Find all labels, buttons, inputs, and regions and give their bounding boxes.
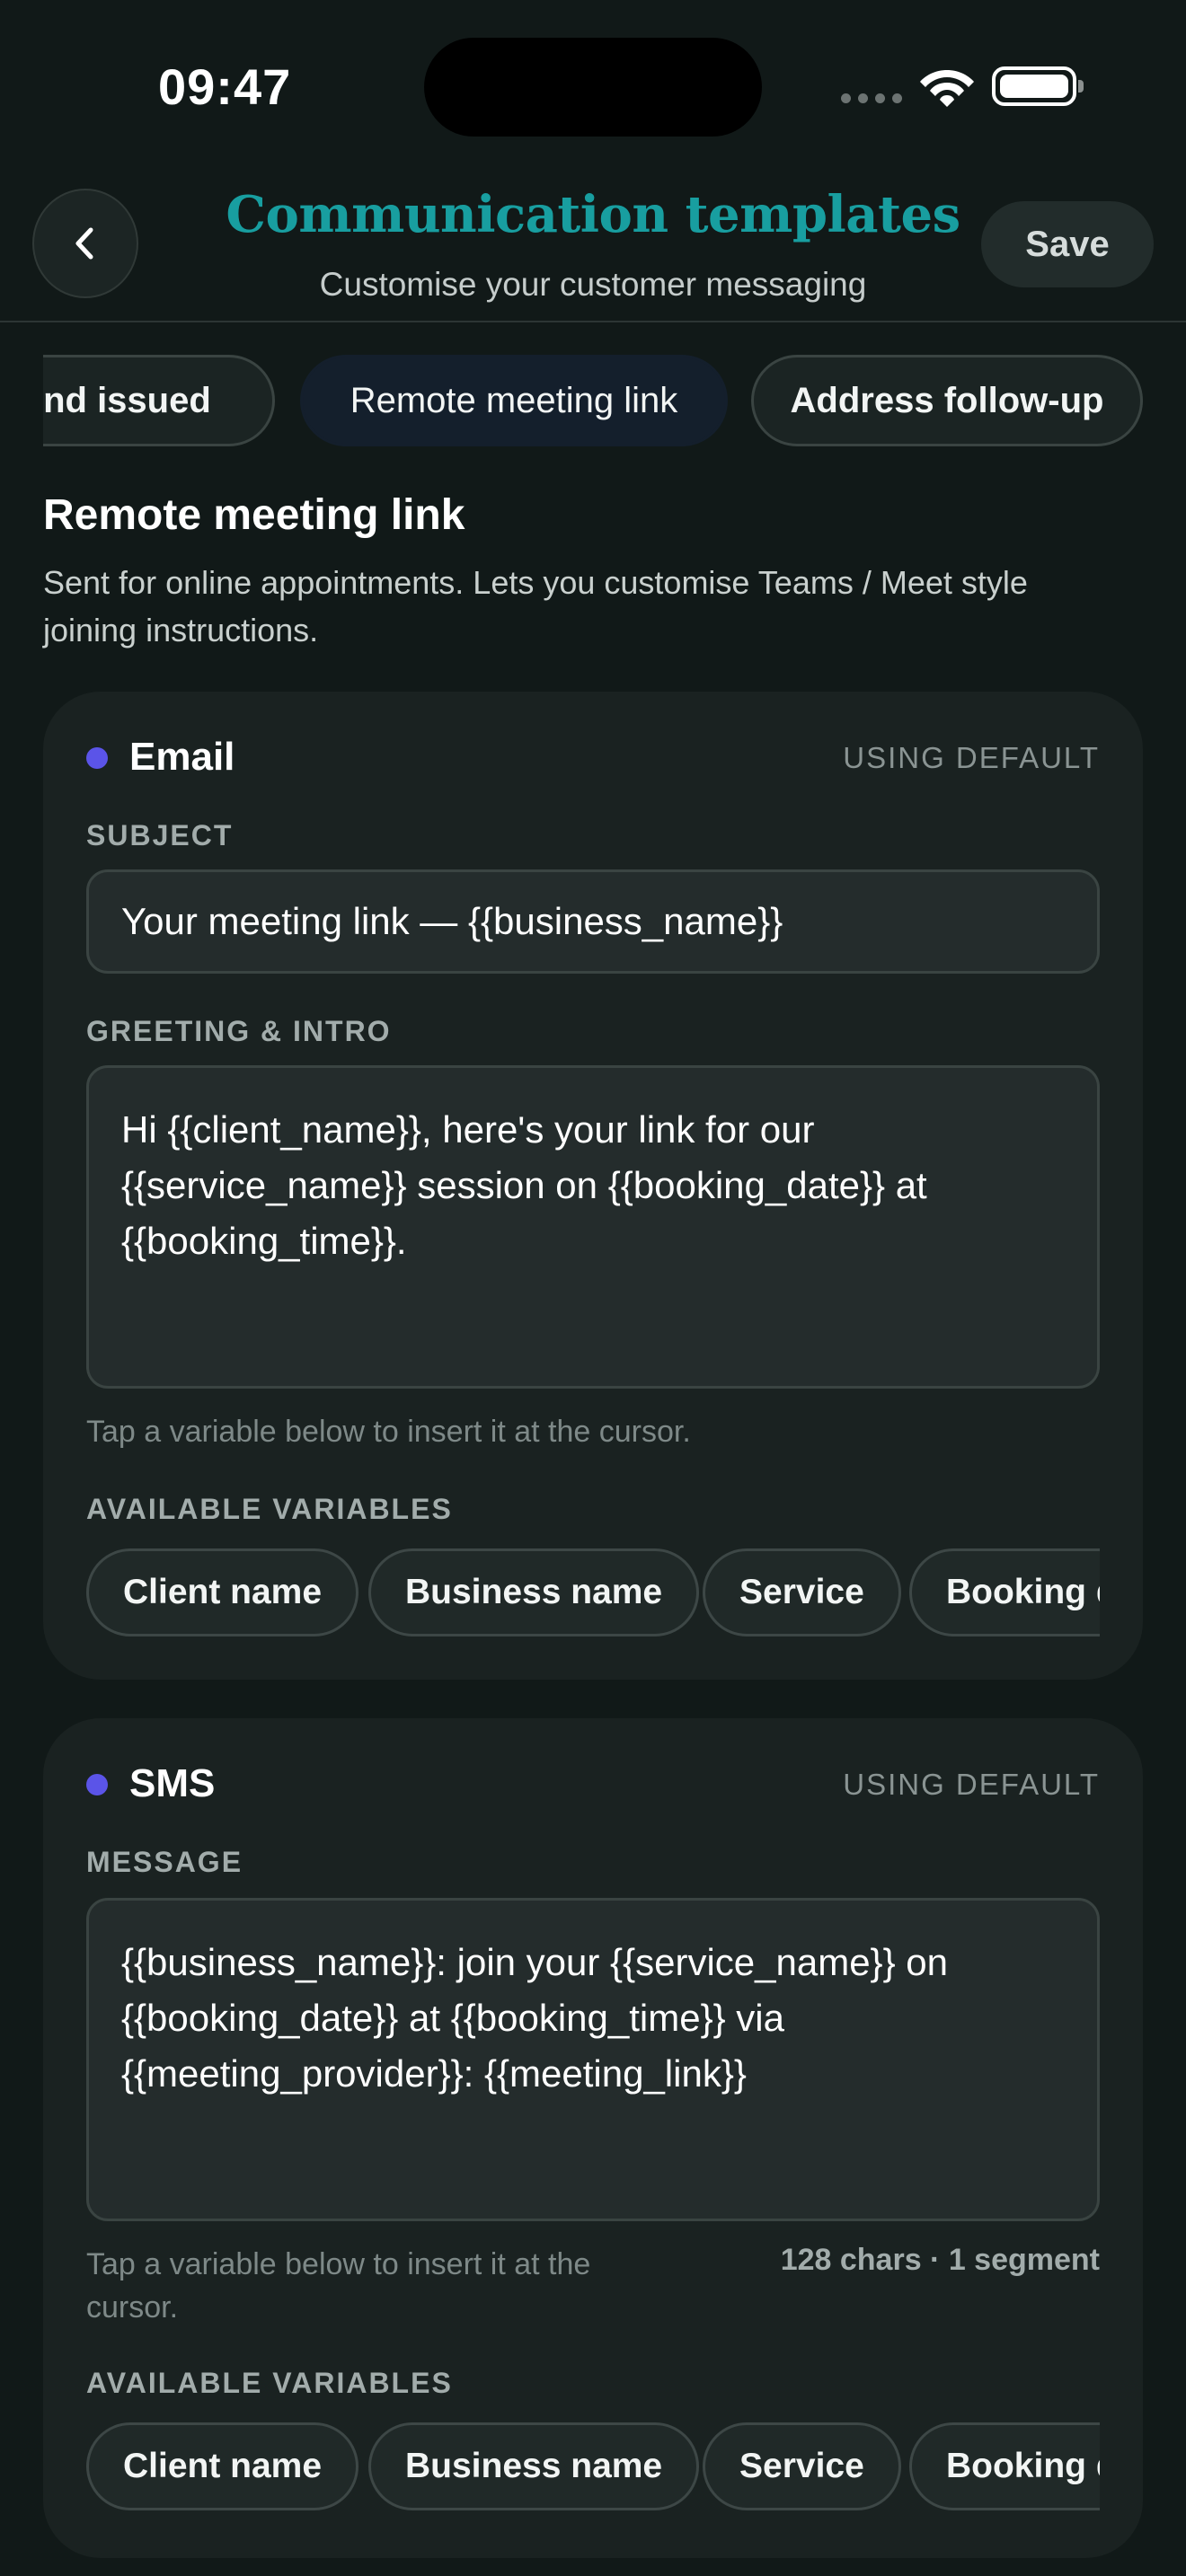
status-time: 09:47 [158, 58, 292, 115]
header-divider [0, 321, 1186, 322]
template-tabs[interactable]: Refund issued Remote meeting link Addres… [43, 355, 1143, 446]
email-status-badge: USING DEFAULT [843, 741, 1100, 774]
section-title: Remote meeting link [43, 491, 465, 539]
sms-channel-dot [86, 1774, 108, 1795]
subject-label: SUBJECT [86, 819, 234, 851]
email-variables-label: AVAILABLE VARIABLES [86, 1493, 453, 1525]
subject-input[interactable]: Your meeting link — {{business_name}} [86, 869, 1100, 974]
greeting-label: GREETING & INTRO [86, 1015, 392, 1047]
greeting-textarea[interactable]: Hi {{client_name}}, here's your link for… [86, 1065, 1100, 1389]
variable-chip-business-name[interactable]: Business name [368, 1548, 700, 1636]
email-channel-dot [86, 747, 108, 769]
section-description: Sent for online appointments. Lets you c… [43, 564, 1028, 648]
email-variable-chips: Client name Business name Service Bookin… [86, 1548, 1100, 1636]
dynamic-island [424, 38, 762, 137]
sms-channel-label: SMS [129, 1761, 216, 1805]
tab-refund-issued[interactable]: Refund issued [43, 355, 275, 446]
email-helper-text: Tap a variable below to insert it at the… [86, 1415, 691, 1449]
sms-status-badge: USING DEFAULT [843, 1768, 1100, 1801]
tab-address-follow-up[interactable]: Address follow-up [751, 355, 1143, 446]
battery-icon [992, 66, 1084, 106]
sms-variable-chips: Client name Business name Service Bookin… [86, 2422, 1100, 2510]
email-channel-label: Email [129, 735, 235, 779]
save-button[interactable]: Save [981, 201, 1154, 287]
sms-variables-label: AVAILABLE VARIABLES [86, 2367, 453, 2399]
sms-helper-text: Tap a variable below to insert it at the… [86, 2247, 591, 2325]
message-label: MESSAGE [86, 1846, 243, 1878]
variable-chip-booking-date[interactable]: Booking date [909, 2422, 1100, 2510]
variable-chip-business-name[interactable]: Business name [368, 2422, 700, 2510]
tab-remote-meeting-link[interactable]: Remote meeting link [300, 355, 728, 446]
sms-char-count: 128 chars · 1 segment [780, 2243, 1100, 2277]
variable-chip-booking-date[interactable]: Booking date [909, 1548, 1100, 1636]
sms-template-card: SMS USING DEFAULT MESSAGE {{business_nam… [43, 1718, 1143, 2558]
email-template-card: Email USING DEFAULT SUBJECT Your meeting… [43, 692, 1143, 1680]
wifi-icon [920, 70, 974, 107]
variable-chip-client-name[interactable]: Client name [86, 1548, 359, 1636]
variable-chip-service[interactable]: Service [703, 1548, 901, 1636]
cellular-signal-icon [841, 93, 902, 103]
variable-chip-client-name[interactable]: Client name [86, 2422, 359, 2510]
status-bar: 09:47 [0, 0, 1186, 171]
message-textarea[interactable]: {{business_name}}: join your {{service_n… [86, 1898, 1100, 2221]
variable-chip-service[interactable]: Service [703, 2422, 901, 2510]
